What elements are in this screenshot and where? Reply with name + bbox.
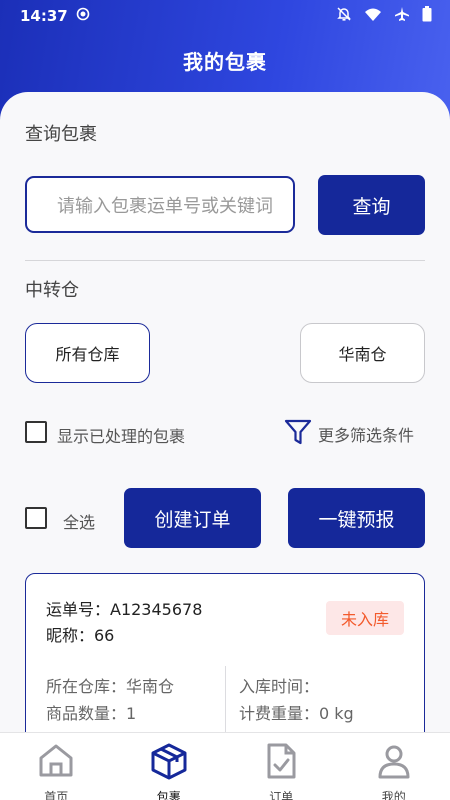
search-section-label: 查询包裹 [25,124,97,145]
bottom-tab-bar: 首页 包裹 订单 我的 [0,732,450,800]
select-all-label: 全选 [63,513,96,532]
tracking-number: 运单号：A12345678 [46,600,203,619]
tab-package[interactable]: 包裹 [113,733,226,800]
prereport-button[interactable]: 一键预报 [288,488,425,548]
wifi-icon [364,7,382,26]
create-order-button[interactable]: 创建订单 [124,488,261,548]
home-icon [37,742,75,784]
select-all-checkbox[interactable] [25,507,47,529]
tab-order-label: 订单 [269,790,294,800]
tab-package-label: 包裹 [156,790,181,800]
quantity-info: 商品数量：1 [46,704,137,723]
more-filters-label: 更多筛选条件 [318,426,415,445]
status-bar: 14:37 [0,0,450,32]
page-title: 我的包裹 [183,50,267,74]
content-sheet: 查询包裹 请输入包裹运单号或关键词 查询 中转仓 所有仓库 华南仓 显示已处理的… [0,92,450,752]
search-input[interactable]: 请输入包裹运单号或关键词 [25,176,295,233]
profile-icon [375,742,413,784]
inbound-time-info: 入库时间： [239,677,320,696]
more-filters-button[interactable]: 更多筛选条件 [284,419,414,449]
warehouse-section-label: 中转仓 [25,280,79,301]
order-icon [262,742,300,784]
show-processed-checkbox[interactable] [25,421,47,443]
warehouse-info: 所在仓库：华南仓 [46,677,175,696]
mute-bell-icon [336,6,352,26]
warehouse-option-all[interactable]: 所有仓库 [25,323,150,383]
tab-home[interactable]: 首页 [0,733,113,800]
tab-profile[interactable]: 我的 [338,733,450,800]
status-badge: 未入库 [326,601,404,635]
airplane-icon [394,6,410,26]
record-icon [76,7,90,25]
package-nickname: 昵称：66 [46,626,115,645]
package-icon [150,742,188,784]
filter-icon [284,419,312,449]
status-time: 14:37 [20,7,68,25]
package-card[interactable]: 运单号：A12345678 昵称：66 未入库 所在仓库：华南仓 商品数量：1 … [25,573,425,752]
billing-weight-info: 计费重量：0 kg [239,704,354,723]
tab-home-label: 首页 [44,790,69,800]
show-processed-label: 显示已处理的包裹 [57,427,186,446]
search-button[interactable]: 查询 [318,175,425,235]
battery-icon [422,6,432,26]
section-divider [25,260,425,261]
warehouse-option-south-china[interactable]: 华南仓 [300,323,425,383]
tab-order[interactable]: 订单 [225,733,338,800]
tab-profile-label: 我的 [381,790,406,800]
search-placeholder: 请输入包裹运单号或关键词 [57,195,273,217]
